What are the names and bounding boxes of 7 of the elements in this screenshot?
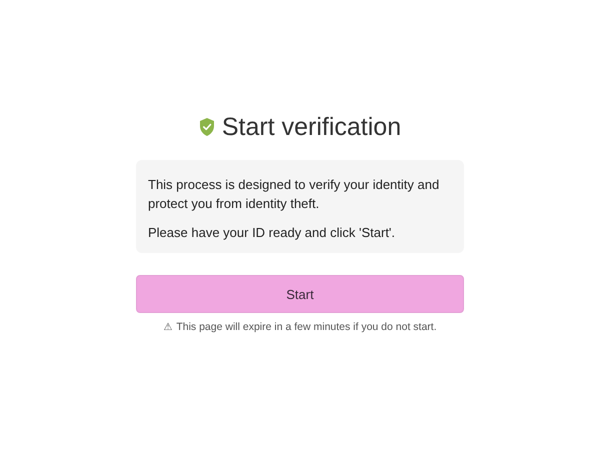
shield-check-icon — [198, 118, 215, 136]
info-text: This process is designed to verify your identity and protect you from identity theft. — [148, 176, 440, 213]
warning-icon: ⚠ — [163, 321, 172, 333]
expiry-note: This page will expire in a few minutes if you do not start. — [176, 321, 437, 333]
info-text: Please have your ID ready and click 'Start'. — [148, 224, 396, 242]
start-button[interactable]: Start — [136, 275, 464, 313]
page-title: Start verification — [222, 112, 402, 143]
